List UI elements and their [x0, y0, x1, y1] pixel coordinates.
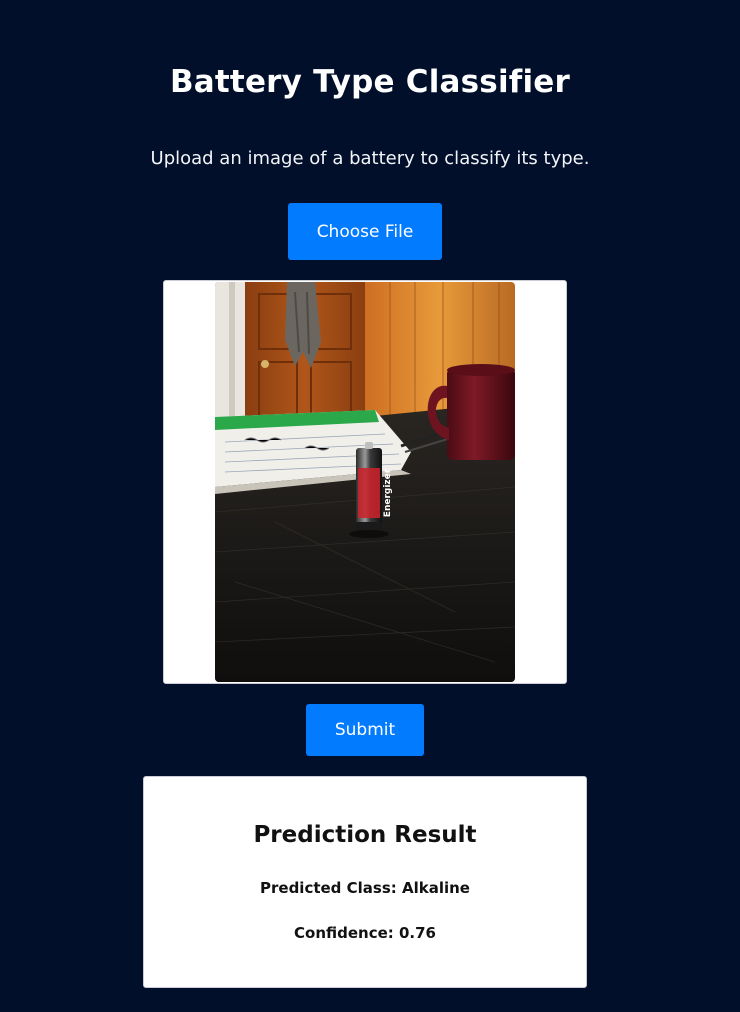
page-title: Battery Type Classifier [169, 64, 571, 100]
result-heading: Prediction Result [253, 822, 477, 848]
battery-preview-image: Energizer [215, 282, 515, 682]
page-subtitle: Upload an image of a battery to classify… [150, 148, 590, 169]
confidence-value: Confidence: 0.76 [294, 924, 436, 942]
submit-button[interactable]: Submit [306, 704, 424, 756]
image-preview-frame: Energizer [163, 280, 567, 684]
choose-file-button[interactable]: Choose File [288, 203, 442, 260]
prediction-result-card: Prediction Result Predicted Class: Alkal… [143, 776, 587, 988]
predicted-class: Predicted Class: Alkaline [260, 879, 470, 897]
svg-text:Energizer: Energizer [383, 468, 393, 517]
